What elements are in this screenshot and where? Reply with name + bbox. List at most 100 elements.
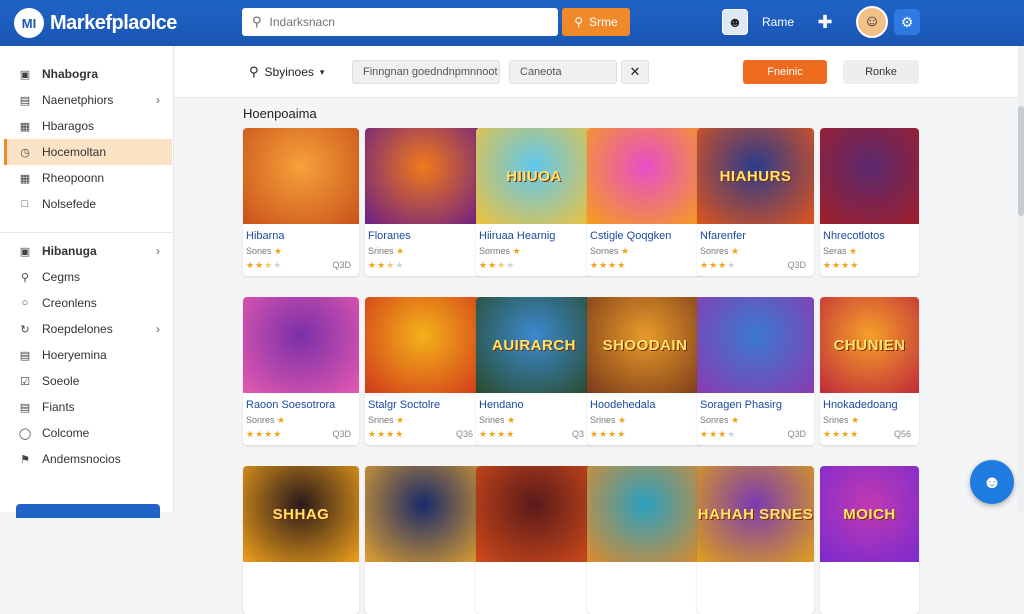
chat-bot-icon[interactable]: ☻ bbox=[970, 460, 1014, 504]
chevron-right-icon: › bbox=[156, 322, 160, 336]
sidebar-item[interactable]: ↻ Roepdelones › bbox=[4, 316, 172, 342]
game-card[interactable]: HAHAH SRNES bbox=[697, 466, 814, 614]
game-card[interactable]: CHUNIEN Hnokadedoang Srines ★ ★★★★ Q56 bbox=[820, 297, 919, 445]
game-thumbnail[interactable] bbox=[820, 128, 919, 224]
game-title[interactable]: Stalgr Soctolre bbox=[368, 399, 440, 411]
logo[interactable]: MI Markefplaolce bbox=[14, 8, 177, 38]
game-card[interactable]: Cstigle Qoqgken Sornes ★ ★★★★ bbox=[587, 128, 703, 276]
scrollbar[interactable] bbox=[1018, 46, 1024, 512]
clear-icon[interactable]: ✕ bbox=[621, 60, 649, 84]
game-title[interactable]: Hiiruaa Hearnig bbox=[479, 230, 555, 242]
reset-button[interactable]: Ronke bbox=[843, 60, 919, 84]
game-title[interactable]: Nfarenfer bbox=[700, 230, 746, 242]
game-thumbnail[interactable] bbox=[365, 297, 481, 393]
user-name[interactable]: Rame bbox=[762, 15, 794, 29]
sidebar-item[interactable]: ▤ Hoeryemina bbox=[4, 342, 172, 368]
settings-icon[interactable]: ⚙ bbox=[894, 9, 920, 35]
game-card[interactable]: Raoon Soesotrora Sonres ★ ★★★★ Q3D bbox=[243, 297, 359, 445]
sidebar-item[interactable]: ◯ Colcome bbox=[4, 420, 172, 446]
game-card[interactable] bbox=[476, 466, 592, 614]
plus-icon[interactable]: ✚ bbox=[814, 11, 836, 33]
game-thumbnail[interactable]: MOICH bbox=[820, 466, 919, 562]
game-genre-label: Srines bbox=[479, 415, 505, 425]
profile-avatar[interactable]: ☻ bbox=[722, 9, 748, 35]
game-thumbnail[interactable] bbox=[243, 297, 359, 393]
game-thumbnail[interactable] bbox=[587, 466, 703, 562]
rating-stars: ★★★★ bbox=[246, 429, 283, 439]
game-card[interactable]: MOICH bbox=[820, 466, 919, 614]
game-title[interactable]: Nhrecotlotos bbox=[823, 230, 885, 242]
sidebar-item[interactable]: ▦ Rheopoonn bbox=[4, 165, 172, 191]
game-title[interactable]: Floranes bbox=[368, 230, 411, 242]
game-thumbnail[interactable] bbox=[697, 297, 814, 393]
game-title[interactable]: Soragen Phasirg bbox=[700, 399, 782, 411]
game-card[interactable]: HIIUOA Hiiruaa Hearnig Sormes ★ ★★★★ bbox=[476, 128, 592, 276]
game-thumbnail[interactable]: HIAHURS bbox=[697, 128, 814, 224]
list-icon: ▤ bbox=[19, 94, 31, 107]
sidebar-item[interactable]: ▣ Nhabogra bbox=[4, 61, 172, 87]
sidebar-item[interactable]: ▤ Naenetphiors › bbox=[4, 87, 172, 113]
sidebar-bottom-button[interactable] bbox=[16, 504, 160, 518]
search-box[interactable]: ⚲ bbox=[242, 8, 558, 36]
user-avatar[interactable]: ☺ bbox=[856, 6, 888, 38]
game-thumbnail[interactable]: AUIRARCH bbox=[476, 297, 592, 393]
game-title[interactable]: Hnokadedoang bbox=[823, 399, 898, 411]
sidebar-item-label: Cegms bbox=[42, 270, 81, 284]
sidebar-item[interactable]: ⚑ Andemsnocios bbox=[4, 446, 172, 472]
thumbnail-text: SHHAG bbox=[272, 505, 330, 523]
game-card[interactable] bbox=[365, 466, 481, 614]
sidebar-item[interactable]: ◷ Hocemoltan bbox=[4, 139, 172, 165]
sort-dropdown[interactable]: ⚲ Sbyinoes ▾ bbox=[249, 64, 324, 80]
sort-label: Sbyinoes bbox=[264, 65, 314, 79]
game-thumbnail[interactable] bbox=[365, 128, 481, 224]
sidebar-item[interactable]: ⚲ Cegms bbox=[4, 264, 172, 290]
filter-field-query[interactable]: Finngnan goedndnpmnnoot bbox=[352, 60, 500, 84]
game-title[interactable]: Hoodehedala bbox=[590, 399, 655, 411]
game-thumbnail[interactable] bbox=[365, 466, 481, 562]
sidebar-item[interactable]: ▦ Hbaragos bbox=[4, 113, 172, 139]
game-title[interactable]: Hendano bbox=[479, 399, 524, 411]
sidebar-item-label: Hocemoltan bbox=[42, 145, 107, 159]
game-title[interactable]: Cstigle Qoqgken bbox=[590, 230, 671, 242]
sidebar-item[interactable]: ☑ Soeole bbox=[4, 368, 172, 394]
game-thumbnail[interactable] bbox=[587, 128, 703, 224]
sidebar-item-label: Hoeryemina bbox=[42, 348, 107, 362]
apply-button[interactable]: Fneinic bbox=[743, 60, 827, 84]
game-card[interactable]: SHHAG bbox=[243, 466, 359, 614]
game-title[interactable]: Raoon Soesotrora bbox=[246, 399, 335, 411]
sidebar-item[interactable]: ▤ Fiants bbox=[4, 394, 172, 420]
chat-icon: ▤ bbox=[19, 349, 31, 362]
game-card[interactable]: Soragen Phasirg Sonres ★ ★★★★ Q3D bbox=[697, 297, 814, 445]
game-genre-label: Srines bbox=[368, 415, 394, 425]
game-thumbnail[interactable]: HAHAH SRNES bbox=[697, 466, 814, 562]
game-genre: Srines ★ bbox=[590, 415, 626, 426]
filter-field-category[interactable]: Caneota bbox=[509, 60, 617, 84]
star-icon: ★ bbox=[615, 415, 627, 425]
game-card[interactable]: HIAHURS Nfarenfer Sonres ★ ★★★★ Q3D bbox=[697, 128, 814, 276]
top-bar: MI Markefplaolce ⚲ ⚲ Srme ☻ Rame ✚ ☺ ⚙ bbox=[0, 0, 1024, 46]
rating-stars: ★★★★ bbox=[823, 429, 860, 439]
game-card[interactable]: Stalgr Soctolre Srines ★ ★★★★ Q36 bbox=[365, 297, 481, 445]
sidebar-item-label: Creonlens bbox=[42, 296, 97, 310]
review-count: Q3 bbox=[571, 429, 584, 439]
sidebar-item[interactable]: □ Nolsefede bbox=[4, 191, 172, 217]
search-input[interactable] bbox=[269, 15, 540, 29]
game-genre-label: Srines bbox=[823, 415, 849, 425]
sidebar-item[interactable]: ○ Creonlens bbox=[4, 290, 172, 316]
game-card[interactable]: SHOODAIN Hoodehedala Srines ★ ★★★★ bbox=[587, 297, 703, 445]
game-thumbnail[interactable] bbox=[243, 128, 359, 224]
game-card[interactable]: AUIRARCH Hendano Srines ★ ★★★★ Q3 bbox=[476, 297, 592, 445]
game-thumbnail[interactable]: HIIUOA bbox=[476, 128, 592, 224]
sidebar-item[interactable]: ▣ Hibanuga › bbox=[4, 238, 172, 264]
game-thumbnail[interactable]: CHUNIEN bbox=[820, 297, 919, 393]
search-button[interactable]: ⚲ Srme bbox=[562, 8, 630, 36]
game-card[interactable]: Nhrecotlotos Seras ★ ★★★★ bbox=[820, 128, 919, 276]
scrollbar-thumb[interactable] bbox=[1018, 106, 1024, 216]
game-thumbnail[interactable]: SHOODAIN bbox=[587, 297, 703, 393]
game-thumbnail[interactable] bbox=[476, 466, 592, 562]
game-card[interactable]: Hibarna Sones ★ ★★★★ Q3D bbox=[243, 128, 359, 276]
game-card[interactable]: Floranes Srines ★ ★★★★ bbox=[365, 128, 481, 276]
game-thumbnail[interactable]: SHHAG bbox=[243, 466, 359, 562]
game-card[interactable] bbox=[587, 466, 703, 614]
game-title[interactable]: Hibarna bbox=[246, 230, 285, 242]
